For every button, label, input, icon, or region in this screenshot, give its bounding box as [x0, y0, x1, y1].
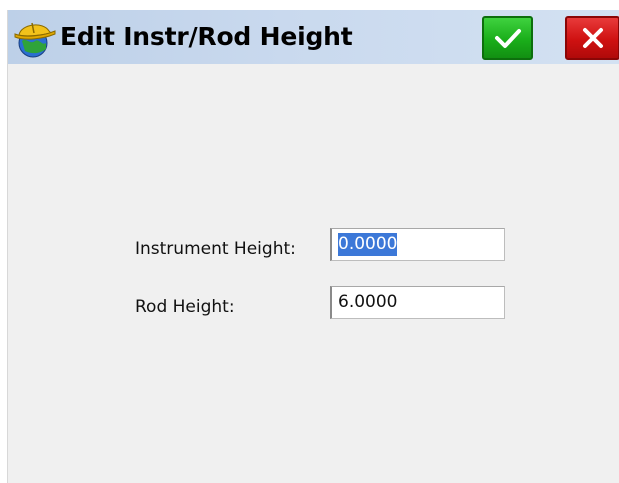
instrument-height-value: 0.0000: [338, 233, 398, 256]
cancel-button[interactable]: [565, 16, 619, 60]
rod-height-label: Rod Height:: [135, 297, 235, 317]
ok-button[interactable]: [482, 16, 533, 60]
window-title: Edit Instr/Rod Height: [60, 22, 353, 51]
instrument-height-input[interactable]: 0.0000: [330, 228, 505, 261]
rod-height-value: 6.0000: [338, 292, 398, 312]
edit-instr-rod-height-dialog: Edit Instr/Rod Height Instrument Height:…: [7, 10, 619, 483]
instrument-height-label: Instrument Height:: [135, 239, 296, 259]
surveyor-hardhat-globe-icon: [13, 19, 57, 59]
title-bar: Edit Instr/Rod Height: [8, 10, 619, 64]
rod-height-input[interactable]: 6.0000: [330, 286, 505, 319]
